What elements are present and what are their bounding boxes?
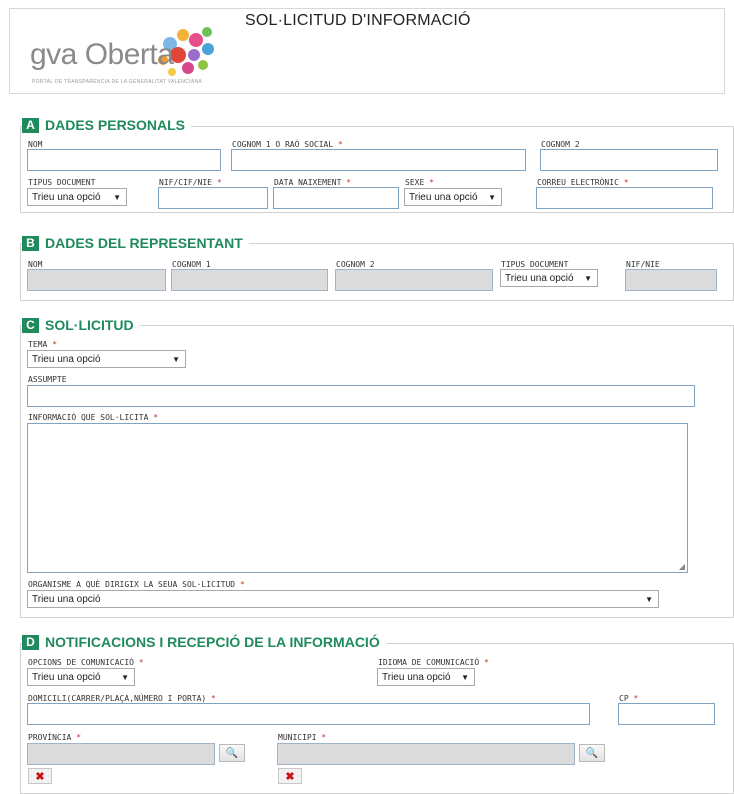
label-correu: CORREU ELECTRÒNIC * (537, 178, 629, 187)
label-provincia: PROVÍNCIA * (28, 733, 82, 742)
chevron-down-icon: ▼ (121, 672, 129, 682)
magnifier-icon: 🔍 (585, 747, 599, 759)
label-cognom2: COGNOM 2 (541, 140, 580, 149)
section-d-title: NOTIFICACIONS I RECEPCIÓ DE LA INFORMACI… (45, 634, 380, 650)
label-sexe: SEXE * (405, 178, 434, 187)
section-c-header: C SOL·LICITUD (22, 317, 140, 333)
label-nif: NIF/CIF/NIE * (159, 178, 222, 187)
rep-cognom1-input[interactable] (171, 269, 328, 291)
chevron-down-icon: ▼ (488, 192, 496, 202)
label-domicili: DOMICILI(CARRER/PLAÇA,NÚMERO I PORTA) * (28, 694, 216, 703)
label-cp: CP * (619, 694, 639, 703)
section-c-badge: C (22, 317, 39, 333)
x-icon: ✖ (285, 770, 295, 783)
municipi-input[interactable] (277, 743, 575, 765)
label-cognom1: COGNOM 1 O RAÓ SOCIAL * (232, 140, 343, 149)
rep-tipus-document-select[interactable]: Trieu una opció ▼ (500, 269, 598, 287)
tema-select[interactable]: Trieu una opció ▼ (27, 350, 186, 368)
label-rep-cognom2: COGNOM 2 (336, 260, 375, 269)
section-d-header: D NOTIFICACIONS I RECEPCIÓ DE LA INFORMA… (22, 634, 386, 650)
label-rep-nom: NOM (28, 260, 43, 269)
page-title: SOL·LICITUD D'INFORMACIÓ (245, 12, 471, 29)
rep-nif-input[interactable] (625, 269, 717, 291)
section-b-badge: B (22, 235, 39, 251)
label-rep-cognom1: COGNOM 1 (172, 260, 211, 269)
section-d-badge: D (22, 634, 39, 650)
section-b-title: DADES DEL REPRESENTANT (45, 235, 243, 251)
chevron-down-icon: ▼ (172, 354, 180, 364)
municipi-search-button[interactable]: 🔍 (579, 744, 605, 762)
chevron-down-icon: ▼ (645, 594, 653, 604)
label-opcions: OPCIONS DE COMUNICACIÓ * (28, 658, 144, 667)
resize-grip-icon[interactable]: ◢ (679, 562, 685, 571)
label-informacio: INFORMACIÓ QUE SOL·LICITA * (28, 413, 159, 422)
logo-subtitle: PORTAL DE TRANSPARÈNCIA DE LA GENERALITA… (32, 79, 202, 85)
logo-text: gva Oberta (30, 38, 174, 71)
municipi-clear-button[interactable]: ✖ (278, 768, 302, 784)
cp-input[interactable] (618, 703, 715, 725)
data-naixement-input[interactable] (273, 187, 399, 209)
cognom1-input[interactable] (231, 149, 526, 171)
label-rep-tipus-document: TIPUS DOCUMENT (501, 260, 569, 269)
section-b-header: B DADES DEL REPRESENTANT (22, 235, 249, 251)
tipus-document-select[interactable]: Trieu una opció ▼ (27, 188, 127, 206)
section-a-title: DADES PERSONALS (45, 117, 186, 133)
section-a-badge: A (22, 117, 39, 133)
idioma-select[interactable]: Trieu una opció ▼ (377, 668, 475, 686)
correu-input[interactable] (536, 187, 713, 209)
sexe-select[interactable]: Trieu una opció ▼ (404, 188, 502, 206)
informacio-textarea[interactable]: ◢ (27, 423, 688, 573)
chevron-down-icon: ▼ (461, 672, 469, 682)
label-tema: TEMA * (28, 340, 57, 349)
cognom2-input[interactable] (540, 149, 718, 171)
label-municipi: MUNICIPI * (278, 733, 327, 742)
magnifier-icon: 🔍 (225, 747, 239, 759)
opcions-select[interactable]: Trieu una opció ▼ (27, 668, 135, 686)
section-c-title: SOL·LICITUD (45, 317, 134, 333)
nom-input[interactable] (27, 149, 221, 171)
label-nom: NOM (28, 140, 43, 149)
chevron-down-icon: ▼ (584, 273, 592, 283)
label-assumpte: ASSUMPTE (28, 375, 67, 384)
assumpte-input[interactable] (27, 385, 695, 407)
chevron-down-icon: ▼ (113, 192, 121, 202)
organisme-select[interactable]: Trieu una opció ▼ (27, 590, 659, 608)
label-data-naixement: DATA NAIXEMENT * (274, 178, 352, 187)
provincia-search-button[interactable]: 🔍 (219, 744, 245, 762)
label-organisme: ORGANISME A QUÈ DIRIGIX LA SEUA SOL·LICI… (28, 580, 245, 589)
rep-cognom2-input[interactable] (335, 269, 493, 291)
x-icon: ✖ (35, 770, 45, 783)
provincia-clear-button[interactable]: ✖ (28, 768, 52, 784)
label-rep-nif: NIF/NIE (626, 260, 660, 269)
label-tipus-document: TIPUS DOCUMENT (28, 178, 96, 187)
domicili-input[interactable] (27, 703, 590, 725)
provincia-input[interactable] (27, 743, 215, 765)
label-idioma: IDIOMA DE COMUNICACIÓ * (378, 658, 489, 667)
rep-nom-input[interactable] (27, 269, 166, 291)
nif-input[interactable] (158, 187, 268, 209)
section-a-header: A DADES PERSONALS (22, 117, 192, 133)
